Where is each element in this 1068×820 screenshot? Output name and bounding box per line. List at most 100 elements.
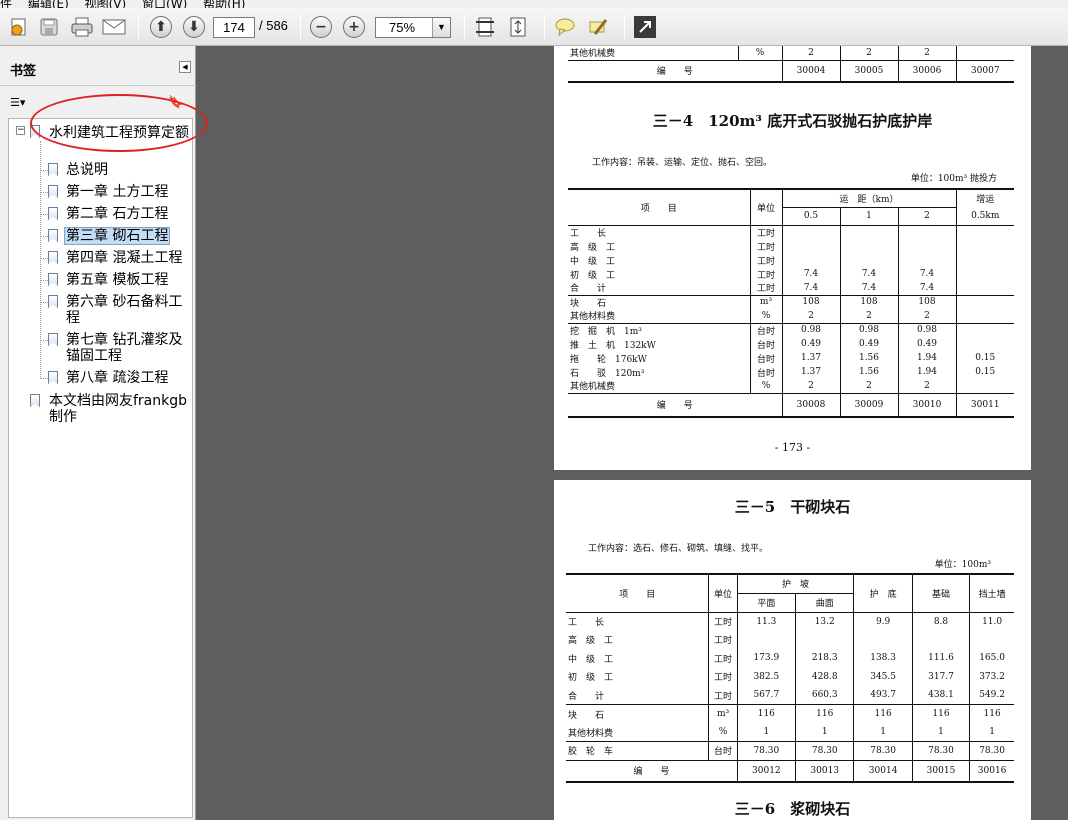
toolbar-separator (544, 14, 545, 40)
cell: 2 (897, 309, 956, 323)
table-row: 工 长 工时 (568, 225, 1014, 239)
row-label: 挖 掘 机 1m³ (570, 326, 642, 337)
row-label: 初 级 工 (570, 270, 616, 281)
highlight-icon[interactable] (585, 14, 611, 40)
row-label: 石 驳 120m³ (570, 368, 645, 379)
cell: 30015 (911, 760, 970, 782)
cell: 138.3 (853, 649, 913, 668)
cell: 0.49 (839, 337, 898, 351)
cell (955, 323, 1014, 337)
bookmark-item-ch7[interactable]: 第七章 钻孔灌浆及锚固工程 (66, 332, 190, 364)
bookmark-item-ch3[interactable]: 第三章 砌石工程 (63, 227, 171, 245)
options-menu-icon[interactable]: ☰▾ (10, 96, 25, 109)
cell: 8.8 (911, 612, 970, 631)
cell: 1 (795, 723, 854, 742)
email-icon[interactable] (101, 14, 127, 40)
cell: 0.49 (781, 337, 840, 351)
bookmark-item-ch1[interactable]: 第一章 土方工程 (66, 184, 168, 200)
work-content: 工作内容：选石、修石、砌筑、填缝、找平。 (588, 544, 769, 554)
cell: 7.4 (839, 267, 898, 281)
bookmark-item-ch6[interactable]: 第六章 砂石备料工程 (66, 294, 190, 326)
print-icon[interactable] (69, 14, 95, 40)
cell: 0.98 (781, 323, 840, 337)
bookmark-item-credit[interactable]: 本文档由网友frankgb制作 (49, 393, 191, 425)
fit-width-icon[interactable] (472, 14, 498, 40)
previous-page-button[interactable]: ⬆ (148, 14, 174, 40)
cell: 单位 (749, 189, 782, 225)
cell (955, 309, 1014, 323)
bookmark-icon (48, 371, 58, 384)
menu-window[interactable]: 窗口(W) (142, 0, 187, 8)
chevron-down-icon[interactable]: ▼ (432, 18, 450, 37)
table-row: 块 石 m³ 108 108 108 (568, 295, 1014, 309)
cell: 78.30 (911, 741, 970, 760)
unit-label: 单位：100m³ 抛投方 (910, 174, 997, 184)
row-unit: 台时 (749, 337, 782, 351)
bookmark-item-ch5[interactable]: 第五章 模板工程 (66, 272, 168, 288)
prev-table-tail: 其他机械费 % 2 2 2 编 号 30004 30005 30006 3000… (568, 46, 1014, 83)
row-label: 推 土 机 132kW (570, 340, 656, 351)
cell: 116 (911, 704, 970, 723)
cell: 7.4 (897, 267, 956, 281)
page-total: / 586 (259, 18, 288, 33)
cell: 108 (897, 295, 956, 309)
cell: 438.1 (911, 686, 970, 705)
cell: 116 (969, 704, 1014, 723)
table-row: 初 级 工 工时 382.5 428.8 345.5 317.7 373.2 (566, 667, 1014, 686)
bookmark-item-overview[interactable]: 总说明 (66, 162, 108, 178)
table-row: 工 长 工时 11.3 13.2 9.9 8.8 11.0 (566, 612, 1014, 631)
cell: 曲面 (795, 593, 854, 612)
save-icon[interactable] (36, 14, 62, 40)
menu-view[interactable]: 视图(V) (85, 0, 127, 8)
table-row: 初 级 工工时 7.4 7.4 7.4 (568, 267, 1014, 281)
row-unit: 工时 (708, 612, 738, 631)
row-unit: 工时 (749, 225, 782, 239)
create-pdf-icon[interactable] (6, 14, 32, 40)
table-row: 拖 轮 176kW 台时 1.37 1.56 1.94 0.15 (568, 351, 1014, 365)
cell: 1.94 (897, 351, 956, 365)
zoom-out-button[interactable]: − (308, 14, 334, 40)
zoom-in-button[interactable]: + (341, 14, 367, 40)
cell: 373.2 (969, 667, 1014, 686)
cell: 13.2 (795, 612, 854, 631)
row-label: 中 级 工 (570, 256, 616, 267)
cell: 116 (795, 704, 854, 723)
cell: 549.2 (969, 686, 1014, 705)
table-row: 中 级 工 工时 (568, 253, 1014, 267)
cell: 1 (853, 723, 913, 742)
menu-file[interactable]: 件 (0, 0, 12, 8)
collapse-icon[interactable]: − (16, 126, 25, 135)
menu-help[interactable]: 帮助(H) (203, 0, 245, 8)
bookmark-item-ch4[interactable]: 第四章 混凝土工程 (66, 250, 182, 266)
bookmark-icon (30, 394, 40, 407)
cell: 218.3 (795, 649, 854, 668)
document-page-173: 其他机械费 % 2 2 2 编 号 30004 30005 30006 3000… (554, 46, 1031, 470)
toolbar-separator (300, 14, 301, 40)
full-screen-icon[interactable] (632, 14, 658, 40)
collapse-panel-icon[interactable]: ◀ (179, 61, 191, 73)
cell: 11.3 (736, 612, 796, 631)
bookmark-icon (48, 251, 58, 264)
cell: 增运 (955, 189, 1014, 208)
next-page-button[interactable]: ⬇ (181, 14, 207, 40)
row-label: 高 级 工 (568, 636, 614, 647)
cell: 2 (839, 46, 898, 60)
page-number-input[interactable]: 174 (213, 17, 255, 38)
menu-edit[interactable]: 编辑(E) (28, 0, 69, 8)
row-label: 其他机械费 (570, 382, 616, 393)
next-section-title: 三－6 浆砌块石 (734, 800, 851, 818)
cell: 编 号 (633, 767, 670, 778)
cell: 运 距（km） (781, 189, 956, 208)
cell: 30007 (955, 60, 1014, 82)
zoom-select[interactable]: 75% ▼ (375, 17, 451, 38)
cell: 78.30 (736, 741, 796, 760)
unit-label: 单位：100m³ (934, 560, 991, 570)
cell: 2 (781, 309, 840, 323)
bookmark-item-ch8[interactable]: 第八章 疏浚工程 (66, 370, 168, 386)
panel-splitter[interactable] (197, 46, 200, 820)
bookmark-item-ch2[interactable]: 第二章 石方工程 (66, 206, 168, 222)
comment-icon[interactable] (552, 14, 578, 40)
fit-page-icon[interactable] (505, 14, 531, 40)
cell: 1.56 (839, 351, 898, 365)
cell: 111.6 (911, 649, 970, 668)
